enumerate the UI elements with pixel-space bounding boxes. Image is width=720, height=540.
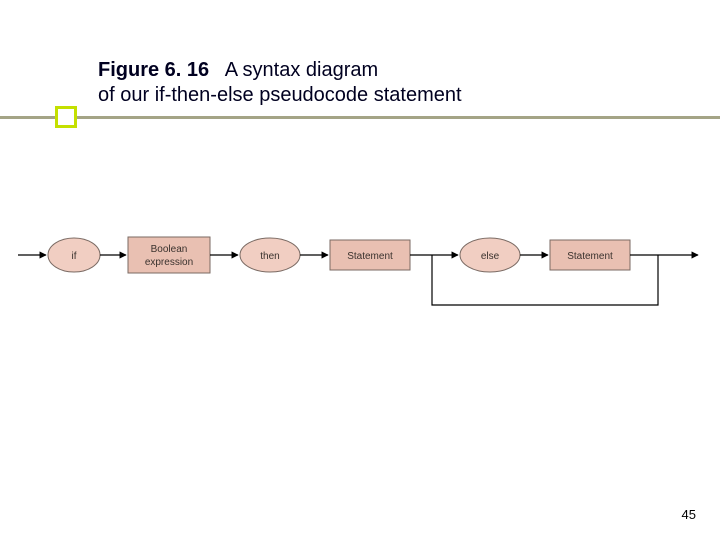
figure-description-line1: A syntax diagram xyxy=(225,59,378,81)
node-stmt1-label: Statement xyxy=(347,251,393,262)
node-if-terminal: if xyxy=(48,238,100,272)
figure-description-line2: of our if-then-else pseudocode statement xyxy=(98,84,462,106)
title-sep xyxy=(215,59,225,81)
node-else-terminal: else xyxy=(460,238,520,272)
node-else-label: else xyxy=(481,251,500,262)
syntax-diagram: if Boolean expression then Statement els… xyxy=(18,210,708,350)
node-boolexpr-label-1: Boolean xyxy=(151,244,188,255)
node-statement-1-nonterminal: Statement xyxy=(330,240,410,270)
node-statement-2-nonterminal: Statement xyxy=(550,240,630,270)
node-then-label: then xyxy=(260,251,279,262)
figure-title: Figure 6. 16 A syntax diagram of our if-… xyxy=(98,58,462,108)
node-if-label: if xyxy=(72,251,77,262)
title-underline xyxy=(0,116,720,119)
accent-square-icon xyxy=(55,106,77,128)
node-stmt2-label: Statement xyxy=(567,251,613,262)
node-boolexpr-label-2: expression xyxy=(145,257,193,268)
figure-label: Figure 6. 16 xyxy=(98,59,209,81)
node-then-terminal: then xyxy=(240,238,300,272)
node-boolean-expression-nonterminal: Boolean expression xyxy=(128,237,210,273)
page-number: 45 xyxy=(682,507,696,522)
